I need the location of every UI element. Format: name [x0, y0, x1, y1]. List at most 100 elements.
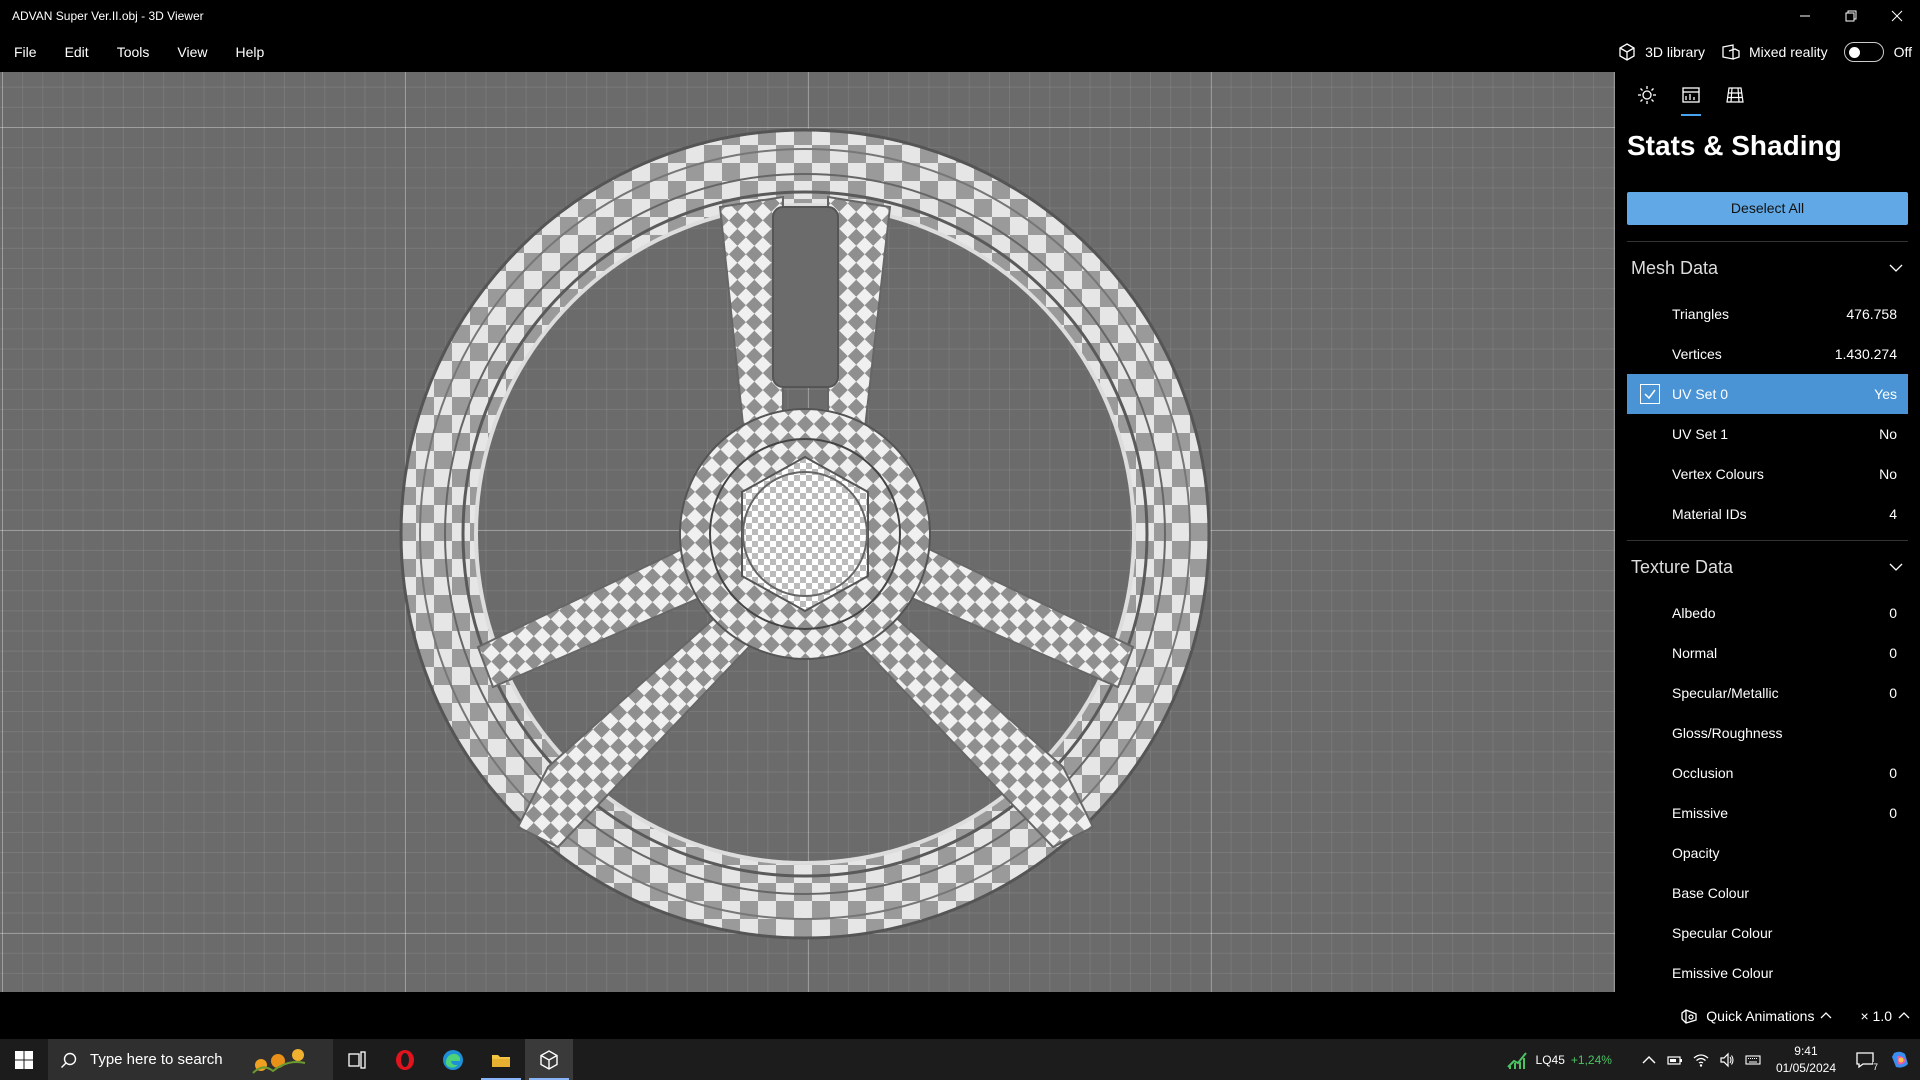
taskbar-search[interactable]: Type here to search — [48, 1039, 333, 1080]
row-label: Emissive Colour — [1672, 965, 1774, 981]
texture-row-emissive[interactable]: Emissive 0 — [1627, 793, 1908, 833]
mixed-reality-button[interactable]: Mixed reality — [1721, 42, 1828, 62]
quick-animations-button[interactable]: Quick Animations — [1680, 1006, 1832, 1026]
sun-icon — [1638, 86, 1656, 104]
file-explorer-app[interactable] — [477, 1039, 525, 1080]
3d-library-label: 3D library — [1645, 44, 1705, 60]
row-label: Vertex Colours — [1672, 466, 1764, 482]
mesh-row-vertex-colours[interactable]: Vertex Colours No — [1627, 454, 1908, 494]
menu-view[interactable]: View — [163, 32, 221, 72]
texture-row-albedo[interactable]: Albedo 0 — [1627, 593, 1908, 633]
row-label: Gloss/Roughness — [1672, 725, 1783, 741]
stock-change: +1,24% — [1570, 1052, 1612, 1067]
opera-app[interactable] — [381, 1039, 429, 1080]
animation-bar: Quick Animations × 1.0 — [0, 992, 1920, 1039]
mixed-reality-label: Mixed reality — [1748, 44, 1828, 60]
stock-chart-icon — [1506, 1051, 1527, 1069]
minimize-button[interactable] — [1782, 0, 1828, 32]
mixed-reality-toggle[interactable] — [1843, 42, 1884, 62]
task-view-button[interactable] — [333, 1039, 381, 1080]
texture-row-emissive-colour[interactable]: Emissive Colour — [1627, 953, 1908, 993]
battery-indicator[interactable] — [1664, 1049, 1686, 1071]
search-icon — [61, 1052, 77, 1068]
row-value: 0 — [1889, 685, 1897, 701]
chevron-down-icon — [1889, 264, 1903, 272]
copilot-button[interactable] — [1880, 1039, 1920, 1080]
row-value: 1.430.274 — [1834, 346, 1897, 362]
texture-data-section: Texture Data Albedo 0 Normal 0 Specular/Me… — [1627, 540, 1908, 993]
close-button[interactable] — [1874, 0, 1920, 32]
mesh-row-material-ids[interactable]: Material IDs 4 — [1627, 494, 1908, 534]
edge-icon — [443, 1049, 463, 1070]
stats-icon — [1682, 87, 1700, 103]
menu-tools[interactable]: Tools — [103, 32, 164, 72]
chevron-up-icon — [1821, 1011, 1832, 1018]
network-indicator[interactable] — [1690, 1049, 1712, 1071]
speed-label: × 1.0 — [1860, 1007, 1892, 1024]
menu-bar: File Edit Tools View Help 3D library Mix… — [0, 32, 1920, 72]
row-value: No — [1879, 426, 1897, 442]
texture-row-specular-metallic[interactable]: Specular/Metallic 0 — [1627, 673, 1908, 713]
tab-grid[interactable] — [1713, 72, 1757, 118]
mesh-row-uv-set-1[interactable]: UV Set 1 No — [1627, 414, 1908, 454]
tab-lighting[interactable] — [1625, 72, 1669, 118]
texture-data-header[interactable]: Texture Data — [1627, 541, 1908, 593]
keyboard-icon — [1745, 1054, 1761, 1065]
row-value: Yes — [1874, 386, 1897, 402]
folder-icon — [492, 1054, 510, 1067]
texture-row-base-colour[interactable]: Base Colour — [1627, 873, 1908, 913]
row-label: Vertices — [1672, 346, 1722, 362]
3d-viewer-app[interactable] — [525, 1039, 573, 1080]
title-bar: ADVAN Super Ver.II.obj - 3D Viewer — [0, 0, 1920, 32]
speaker-icon — [1720, 1052, 1734, 1067]
stock-widget[interactable]: LQ45 +1,24% — [1506, 1049, 1612, 1071]
texture-data-title: Texture Data — [1631, 556, 1734, 577]
edge-app[interactable] — [429, 1039, 477, 1080]
mesh-row-vertices: Vertices 1.430.274 — [1627, 334, 1908, 374]
speed-selector[interactable]: × 1.0 — [1860, 1008, 1910, 1024]
hidden-icons-button[interactable] — [1638, 1049, 1660, 1071]
window-title: ADVAN Super Ver.II.obj - 3D Viewer — [12, 9, 204, 23]
opera-icon — [396, 1049, 414, 1070]
mixed-reality-icon — [1722, 44, 1740, 60]
row-label: Emissive — [1672, 805, 1729, 821]
keyboard-indicator[interactable] — [1742, 1049, 1764, 1071]
animation-icon — [1681, 1008, 1697, 1024]
notification-count: 7 — [1872, 1061, 1878, 1072]
windows-logo-icon — [15, 1050, 33, 1069]
grid-icon — [1726, 87, 1744, 103]
volume-indicator[interactable] — [1716, 1049, 1738, 1071]
menu-help[interactable]: Help — [221, 32, 278, 72]
mesh-row-uv-set-0[interactable]: UV Set 0 Yes — [1627, 374, 1908, 414]
texture-row-specular-colour[interactable]: Specular Colour — [1627, 913, 1908, 953]
mesh-data-section: Mesh Data Triangles 476.758 Vertices 1.430… — [1627, 241, 1908, 534]
start-button[interactable] — [0, 1039, 48, 1080]
stock-name: LQ45 — [1535, 1052, 1565, 1067]
mesh-data-header[interactable]: Mesh Data — [1627, 242, 1908, 294]
task-view-icon — [348, 1050, 366, 1069]
copilot-icon — [1892, 1051, 1908, 1068]
texture-row-occlusion[interactable]: Occlusion 0 — [1627, 753, 1908, 793]
menu-file[interactable]: File — [0, 32, 51, 72]
texture-row-gloss-roughness[interactable]: Gloss/Roughness — [1627, 713, 1908, 753]
menu-edit[interactable]: Edit — [51, 32, 103, 72]
3d-library-button[interactable]: 3D library — [1617, 42, 1705, 62]
restore-button[interactable] — [1828, 0, 1874, 32]
row-label: Albedo — [1672, 605, 1716, 621]
uv-set-0-checkbox[interactable] — [1639, 384, 1660, 404]
row-value: 476.758 — [1846, 306, 1897, 322]
chevron-up-icon — [1898, 1011, 1910, 1018]
row-label: Opacity — [1672, 845, 1720, 861]
row-label: Triangles — [1672, 306, 1730, 322]
3d-viewer-icon — [540, 1049, 558, 1070]
texture-row-opacity[interactable]: Opacity — [1627, 833, 1908, 873]
mixed-reality-state: Off — [1893, 44, 1912, 60]
tab-stats[interactable] — [1669, 72, 1713, 118]
texture-row-normal[interactable]: Normal 0 — [1627, 633, 1908, 673]
3d-viewport[interactable] — [0, 72, 1615, 992]
wheel-model[interactable] — [398, 127, 1213, 942]
clock[interactable]: 9:41 01/05/2024 — [1776, 1043, 1836, 1077]
system-tray: LQ45 +1,24% 9:41 01/05/2024 7 — [573, 1039, 1920, 1080]
deselect-all-button[interactable]: Deselect All — [1627, 192, 1908, 225]
notifications-button[interactable]: 7 — [1850, 1045, 1880, 1075]
